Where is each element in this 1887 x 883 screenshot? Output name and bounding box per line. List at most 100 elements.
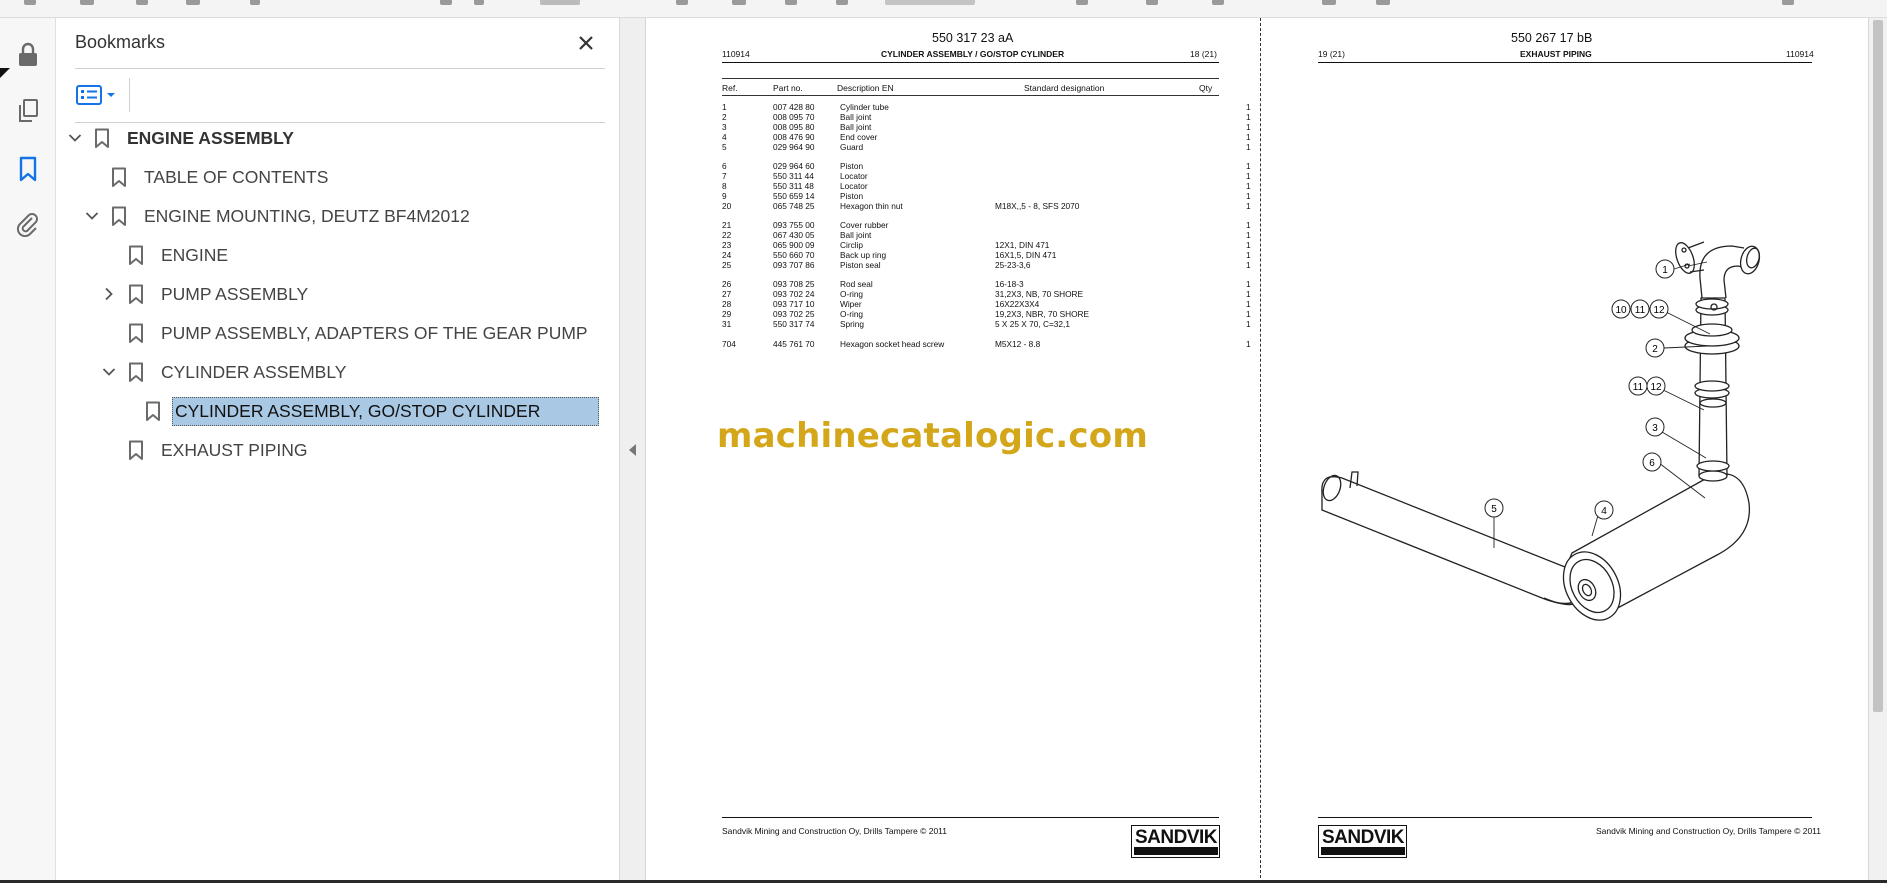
header-rule	[722, 62, 1219, 63]
toolbar-icon[interactable]	[1376, 0, 1390, 5]
toolbar-icon[interactable]	[1076, 0, 1088, 5]
toolbar-icon[interactable]	[1146, 0, 1158, 5]
cell-part: 065 748 25	[773, 200, 815, 211]
bookmark-label: EXHAUST PIPING	[161, 439, 308, 460]
cell-desc: Hexagon socket head screw	[840, 339, 945, 350]
pages-icon[interactable]	[8, 91, 48, 131]
toolbar-icon[interactable]	[136, 0, 148, 5]
cell-ref: 21	[722, 220, 732, 231]
callout-10: 10	[1611, 299, 1631, 319]
toolbar-icon[interactable]	[24, 0, 36, 5]
bookmark-options-button[interactable]	[76, 80, 122, 110]
attachment-icon[interactable]	[8, 204, 48, 244]
toolbar-icon[interactable]	[80, 0, 94, 5]
lock-icon[interactable]	[8, 35, 48, 75]
cell-qty: 1	[1246, 200, 1251, 211]
svg-text:3: 3	[1652, 423, 1658, 434]
cell-ref: 22	[722, 230, 732, 241]
page-number-field[interactable]	[540, 0, 580, 5]
callout-12b: 12	[1646, 376, 1666, 396]
bookmark-item[interactable]: ENGINE ASSEMBLY	[67, 123, 296, 153]
bookmark-item[interactable]: PUMP ASSEMBLY, ADAPTERS OF THE GEAR PUMP	[101, 318, 590, 348]
bookmark-label: TABLE OF CONTENTS	[144, 166, 329, 187]
toolbar-icon[interactable]	[785, 0, 797, 5]
toolbar-icon[interactable]	[732, 0, 746, 5]
cell-desc: Ball joint	[840, 230, 872, 241]
toolbar-icon[interactable]	[1212, 0, 1224, 5]
bookmark-icon	[127, 322, 145, 344]
vertical-scrollbar[interactable]	[1868, 18, 1887, 883]
toolbar-icon[interactable]	[186, 0, 200, 5]
svg-text:6: 6	[1649, 458, 1655, 469]
cell-desc: Cover rubber	[840, 220, 889, 231]
table-row: 22 067 430 05 Ball joint 1	[722, 230, 1251, 241]
chevron-down-icon[interactable]	[84, 208, 100, 224]
cell-qty: 1	[1246, 299, 1251, 310]
cell-desc: Circlip	[840, 240, 864, 250]
collapse-panel-icon[interactable]	[629, 444, 636, 456]
page-label: 18 (21)	[1190, 49, 1217, 59]
chevron-right-icon[interactable]	[101, 286, 117, 302]
zoom-field[interactable]	[885, 0, 975, 5]
col-part-no: Part no.	[773, 83, 803, 93]
cell-std: 25-23-3,6	[995, 259, 1031, 270]
cell-ref: 8	[722, 180, 727, 191]
table-row: 27 093 702 24 O-ring 31,2X3, NB, 70 SHORE 1	[722, 289, 1251, 299]
cell-qty: 1	[1246, 180, 1251, 191]
bookmark-item[interactable]: ENGINE MOUNTING, DEUTZ BF4M2012	[84, 201, 472, 231]
table-row: 25 093 707 86 Piston seal 25-23-3,6 1	[722, 259, 1251, 270]
document-view[interactable]: 550 317 23 aA 110914 CYLINDER ASSEMBLY /…	[646, 18, 1868, 883]
svg-text:12: 12	[1650, 382, 1662, 393]
cell-part: 550 660 70	[773, 249, 815, 260]
cell-ref: 23	[722, 240, 732, 250]
cell-part: 029 964 90	[773, 141, 815, 152]
bookmark-item[interactable]: CYLINDER ASSEMBLY	[101, 357, 348, 387]
cell-std: 16-18-3	[995, 279, 1024, 290]
svg-text:4: 4	[1601, 506, 1607, 517]
sandvik-logo: SANDVIK	[1131, 825, 1220, 858]
chevron-down-icon[interactable]	[101, 364, 117, 380]
cell-desc: Spring	[840, 318, 864, 329]
bookmark-label: PUMP ASSEMBLY	[161, 283, 309, 304]
callout-11b: 11	[1628, 376, 1648, 396]
page-19: 550 267 17 bB 19 (21) EXHAUST PIPING 110…	[1262, 18, 1868, 883]
bookmark-item[interactable]: CYLINDER ASSEMBLY, GO/STOP CYLINDER	[118, 396, 599, 426]
svg-text:11: 11	[1635, 305, 1646, 316]
table-row: 2 008 095 70 Ball joint 1	[722, 111, 1251, 122]
bookmark-item[interactable]: EXHAUST PIPING	[101, 435, 310, 465]
callout-2: 2	[1645, 338, 1665, 358]
cell-part: 093 755 00	[773, 220, 815, 231]
page-title: CYLINDER ASSEMBLY / GO/STOP CYLINDER	[881, 49, 1065, 59]
cell-std: 12X1, DIN 471	[995, 240, 1050, 250]
bookmark-item[interactable]: ENGINE	[101, 240, 230, 270]
toolbar-icon[interactable]	[676, 0, 688, 5]
scrollbar-thumb[interactable]	[1873, 20, 1883, 712]
pdf-viewer-window: Bookmarks ENGINE ASSEMBLY TABLE OF CONTEN…	[0, 0, 1887, 883]
toolbar-icon[interactable]	[1782, 0, 1794, 5]
table-row: 8 550 311 48 Locator 1	[722, 180, 1251, 191]
close-icon	[579, 36, 593, 50]
bookmark-item[interactable]: PUMP ASSEMBLY	[101, 279, 310, 309]
panel-splitter[interactable]	[620, 18, 646, 883]
toolbar-icon[interactable]	[474, 0, 484, 5]
bookmark-label: CYLINDER ASSEMBLY	[161, 361, 347, 382]
chevron-down-icon[interactable]	[67, 130, 83, 146]
table-row: 26 093 708 25 Rod seal 16-18-3 1	[722, 279, 1251, 290]
toolbar-icon[interactable]	[440, 0, 452, 5]
toolbar-icon[interactable]	[836, 0, 848, 5]
callout-5: 5	[1484, 498, 1504, 518]
toolbar-icon[interactable]	[1322, 0, 1336, 5]
close-panel-button[interactable]	[571, 28, 601, 58]
toolbar-icon[interactable]	[250, 0, 260, 5]
cell-desc: Rod seal	[840, 279, 873, 290]
cell-ref: 2	[722, 111, 727, 122]
footer-copyright: Sandvik Mining and Construction Oy, Dril…	[1596, 826, 1822, 836]
bookmark-icon[interactable]	[8, 149, 48, 189]
cell-ref: 24	[722, 249, 732, 260]
bookmark-item[interactable]: TABLE OF CONTENTS	[84, 162, 330, 192]
cell-desc: End cover	[840, 131, 878, 142]
cell-qty: 1	[1246, 161, 1251, 172]
